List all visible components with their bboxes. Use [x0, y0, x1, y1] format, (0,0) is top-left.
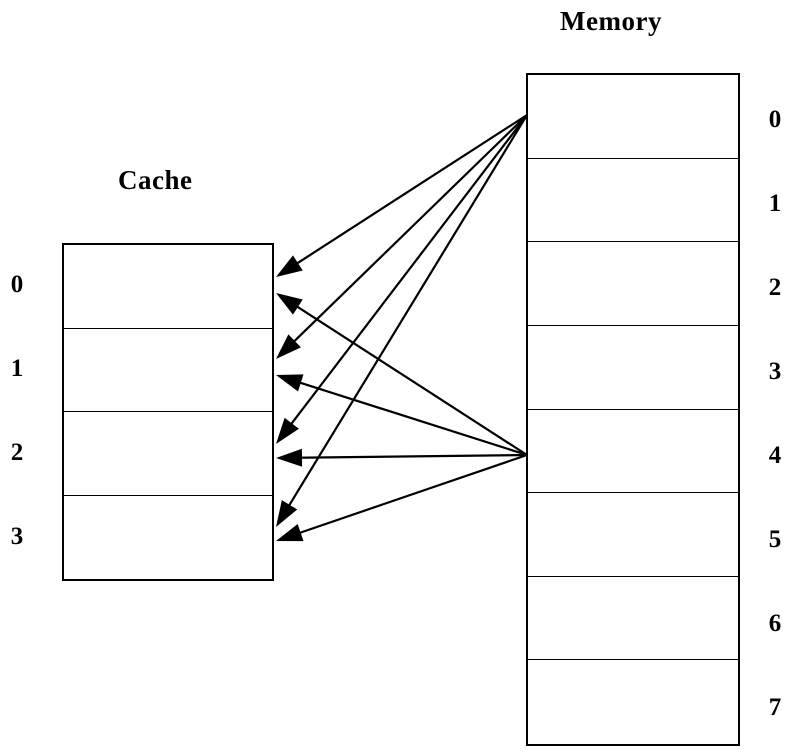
memory-index-label-6: 6 — [768, 610, 782, 637]
arrow-head — [276, 255, 303, 277]
memory-index-label-4: 4 — [768, 442, 782, 469]
memory-index-label-1: 1 — [768, 190, 782, 217]
memory-block-cell — [528, 75, 738, 159]
memory-block-cell — [528, 660, 738, 744]
memory-index-label-7: 7 — [768, 694, 782, 721]
cache-line-cell — [64, 412, 272, 496]
memory-block-0-to-cache-line-0-upper — [276, 114, 528, 277]
arrow-shaft — [292, 302, 528, 456]
memory-title: Memory — [560, 6, 662, 36]
arrow-shaft — [294, 453, 528, 536]
cache-index-label-0: 0 — [10, 271, 24, 298]
memory-block-4-to-cache-line-1-lower — [276, 374, 528, 457]
arrow-head — [276, 293, 303, 315]
memory-block-cell — [528, 493, 738, 577]
memory-block-cell — [528, 242, 738, 326]
memory-block-4-to-cache-line-0-lower — [276, 293, 528, 456]
cache-index-label-3: 3 — [10, 523, 24, 550]
memory-block-4-to-cache-line-3-lower — [276, 453, 528, 542]
arrow-shaft — [289, 114, 528, 346]
arrow-head — [276, 334, 301, 359]
memory-index-label-2: 2 — [768, 274, 782, 301]
cache-index-label-1: 1 — [10, 355, 24, 382]
arrow-head — [276, 500, 298, 527]
cache-block — [62, 243, 274, 581]
memory-block-0-to-cache-line-3-upper — [276, 114, 528, 527]
memory-block-cell — [528, 576, 738, 661]
arrow-head — [276, 417, 299, 444]
memory-block — [526, 73, 740, 746]
arrow-head — [276, 524, 304, 542]
memory-block-0-to-cache-line-1-upper — [276, 114, 528, 359]
memory-block-0-to-cache-line-2-upper — [276, 114, 528, 444]
memory-block-cell — [528, 325, 738, 410]
cache-line-cell — [64, 245, 272, 329]
diagram-canvas: Cache Memory 0 1 2 3 0 1 2 3 4 5 6 7 — [0, 0, 798, 755]
cache-title: Cache — [118, 165, 193, 195]
arrow-shaft — [285, 114, 528, 511]
memory-index-label-5: 5 — [768, 526, 782, 553]
cache-line-cell — [64, 495, 272, 579]
arrow-shaft — [294, 380, 528, 457]
memory-block-4-to-cache-line-2-lower — [276, 448, 528, 467]
arrow-shaft — [287, 114, 528, 429]
memory-index-label-0: 0 — [768, 106, 782, 133]
arrow-shaft — [292, 114, 528, 268]
arrow-head — [276, 374, 304, 392]
memory-block-cell — [528, 158, 738, 243]
cache-index-label-2: 2 — [10, 439, 24, 466]
arrow-shaft — [295, 453, 528, 459]
arrow-head — [276, 448, 303, 467]
memory-index-label-3: 3 — [768, 358, 782, 385]
cache-line-cell — [64, 328, 272, 412]
memory-block-cell — [528, 409, 738, 494]
